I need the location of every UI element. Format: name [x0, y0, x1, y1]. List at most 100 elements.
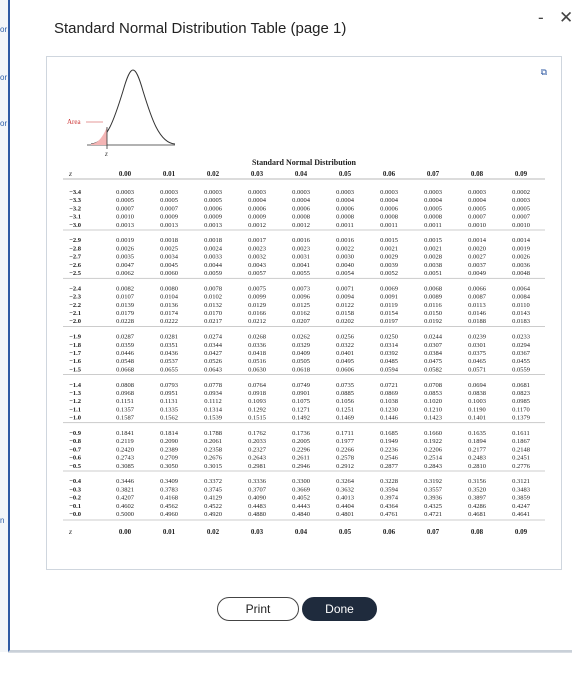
done-button[interactable]: Done: [302, 597, 377, 621]
column-header: 0.05: [339, 170, 352, 178]
z-value-cell: −3.0: [69, 222, 81, 229]
probability-cell: 0.1736: [292, 430, 311, 437]
probability-cell: 0.2611: [292, 455, 310, 462]
probability-cell: 0.0207: [292, 318, 311, 325]
probability-cell: 0.2389: [160, 446, 178, 453]
probability-cell: 0.0559: [512, 366, 530, 373]
probability-cell: 0.0005: [160, 197, 178, 204]
probability-cell: 0.3300: [292, 478, 310, 485]
probability-cell: 0.0003: [160, 189, 178, 196]
probability-cell: 0.0039: [380, 262, 398, 269]
z-value-cell: −1.7: [69, 350, 82, 357]
column-footer: 0.09: [515, 528, 528, 536]
probability-cell: 0.0192: [424, 318, 442, 325]
probability-cell: 0.0006: [248, 205, 267, 212]
probability-cell: 0.0082: [116, 285, 134, 292]
probability-cell: 0.0132: [204, 302, 222, 309]
probability-cell: 0.2420: [116, 446, 134, 453]
probability-cell: 0.0721: [380, 382, 398, 389]
probability-cell: 0.0068: [424, 285, 442, 292]
probability-cell: 0.0384: [424, 350, 443, 357]
probability-cell: 0.1093: [248, 398, 266, 405]
z-value-cell: −0.5: [69, 463, 82, 470]
probability-cell: 0.0222: [160, 318, 178, 325]
column-footer: 0.02: [207, 528, 220, 536]
probability-cell: 0.0537: [160, 358, 179, 365]
probability-cell: 0.0003: [336, 189, 354, 196]
probability-cell: 0.0465: [468, 358, 486, 365]
print-button[interactable]: Print: [217, 597, 299, 621]
column-header: 0.09: [515, 170, 528, 178]
probability-cell: 0.1423: [424, 415, 442, 422]
probability-cell: 0.0054: [336, 270, 355, 277]
probability-cell: 0.0668: [116, 366, 134, 373]
probability-cell: 0.1446: [380, 415, 399, 422]
probability-cell: 0.0014: [512, 237, 531, 244]
probability-cell: 0.4641: [512, 511, 530, 518]
probability-cell: 0.0036: [512, 262, 531, 269]
probability-cell: 0.0057: [248, 270, 267, 277]
background-link-marker: or: [0, 119, 8, 128]
probability-cell: 0.0778: [204, 382, 222, 389]
probability-cell: 0.0968: [116, 390, 134, 397]
probability-cell: 0.4960: [160, 511, 178, 518]
probability-cell: 0.0119: [380, 302, 398, 309]
column-footer: 0.06: [383, 528, 396, 536]
probability-cell: 0.1922: [424, 438, 442, 445]
probability-cell: 0.0038: [424, 262, 442, 269]
probability-cell: 0.0853: [424, 390, 442, 397]
probability-cell: 0.3121: [512, 478, 530, 485]
z-value-cell: −2.5: [69, 270, 82, 277]
probability-cell: 0.0021: [380, 245, 398, 252]
shaded-area: [91, 127, 107, 145]
probability-cell: 0.4286: [468, 503, 487, 510]
probability-cell: 0.0007: [468, 214, 487, 221]
probability-cell: 0.0287: [116, 334, 135, 341]
probability-cell: 0.0183: [512, 318, 530, 325]
z-value-cell: −2.6: [69, 262, 82, 269]
probability-cell: 0.1230: [380, 406, 398, 413]
probability-cell: 0.0030: [336, 254, 354, 261]
z-value-cell: −0.6: [69, 455, 82, 462]
probability-cell: 0.0009: [204, 214, 222, 221]
probability-cell: 0.1894: [468, 438, 487, 445]
probability-cell: 0.0006: [380, 205, 399, 212]
probability-cell: 0.0059: [204, 270, 222, 277]
probability-cell: 0.0004: [336, 197, 355, 204]
table-image-panel: ⧉ Area z Standard Normal Distribution z0…: [46, 56, 562, 570]
close-button[interactable]: ✕: [559, 8, 573, 28]
probability-cell: 0.0009: [160, 214, 178, 221]
probability-cell: 0.1357: [116, 406, 135, 413]
probability-cell: 0.0051: [424, 270, 442, 277]
z-value-cell: −2.2: [69, 302, 81, 309]
probability-cell: 0.0250: [380, 334, 398, 341]
probability-cell: 0.0102: [204, 294, 222, 301]
probability-cell: 0.4602: [116, 503, 134, 510]
minimize-button[interactable]: -: [538, 8, 544, 28]
probability-cell: 0.0087: [468, 294, 487, 301]
probability-cell: 0.2676: [204, 455, 223, 462]
z-column-header: z: [68, 169, 72, 178]
probability-cell: 0.1292: [248, 406, 266, 413]
probability-cell: 0.2236: [380, 446, 399, 453]
probability-cell: 0.2643: [248, 455, 266, 462]
background-window-strip: or or or n: [0, 0, 8, 652]
probability-cell: 0.1814: [160, 430, 179, 437]
column-header: 0.00: [119, 170, 132, 178]
probability-cell: 0.1867: [512, 438, 531, 445]
probability-cell: 0.0013: [160, 222, 178, 229]
probability-cell: 0.0351: [160, 342, 178, 349]
probability-cell: 0.4090: [248, 495, 266, 502]
probability-cell: 0.3264: [336, 478, 355, 485]
probability-cell: 0.0228: [116, 318, 134, 325]
probability-cell: 0.1170: [512, 406, 530, 413]
probability-cell: 0.5000: [116, 511, 134, 518]
probability-cell: 0.0125: [292, 302, 310, 309]
probability-cell: 0.0307: [424, 342, 443, 349]
probability-cell: 0.4013: [336, 495, 354, 502]
probability-cell: 0.3446: [116, 478, 135, 485]
probability-cell: 0.0139: [116, 302, 134, 309]
probability-cell: 0.1635: [468, 430, 486, 437]
probability-cell: 0.2776: [512, 463, 531, 470]
probability-cell: 0.0606: [336, 366, 355, 373]
